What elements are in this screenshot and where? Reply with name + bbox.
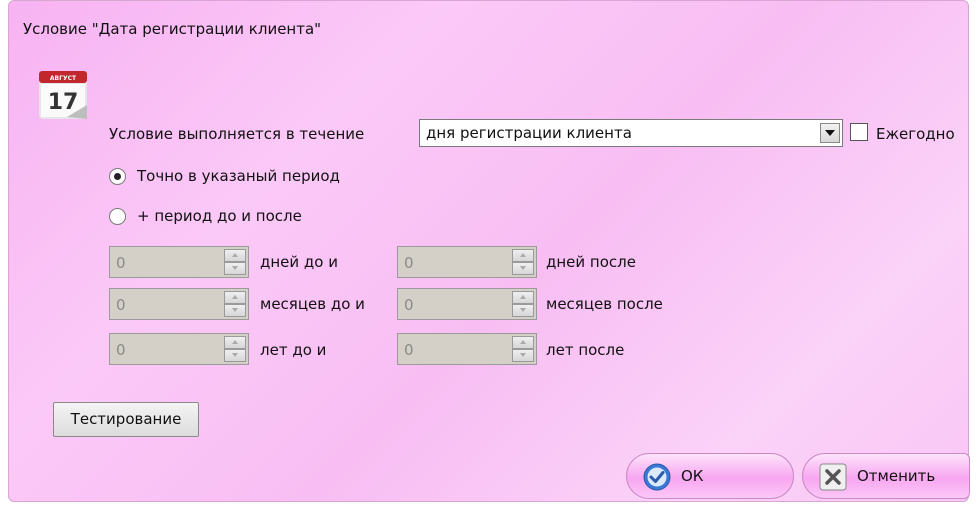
spin-down-button[interactable] [512,262,534,275]
days-before-value: 0 [116,254,126,272]
cancel-button[interactable]: Отменить [802,453,970,499]
period-combo-value: дня регистрации клиента [426,124,632,142]
calendar-day: 17 [48,90,79,115]
spin-up-button[interactable] [512,336,534,349]
days-before-label: дней до и [260,253,338,271]
period-combo[interactable]: дня регистрации клиента [419,119,843,147]
days-after-value: 0 [404,254,414,272]
spin-down-button[interactable] [512,304,534,317]
condition-dialog: Условие "Дата регистрации клиента" АВГУС… [8,0,970,502]
test-button[interactable]: Тестирование [53,402,199,437]
yearly-label: Ежегодно [876,125,955,143]
spin-down-button[interactable] [224,262,246,275]
months-before-label: месяцев до и [260,295,365,313]
spin-up-button[interactable] [224,336,246,349]
days-after-label: дней после [546,253,636,271]
exact-period-radio[interactable] [109,168,126,185]
checkmark-icon [643,463,671,491]
days-before-spin[interactable]: 0 [109,246,249,278]
exact-period-label: Точно в указаный период [137,167,340,185]
spin-down-button[interactable] [224,349,246,362]
chevron-down-icon [825,130,835,136]
spin-up-button[interactable] [512,291,534,304]
spin-up-button[interactable] [224,249,246,262]
spin-up-button[interactable] [512,249,534,262]
plus-period-radio[interactable] [109,208,126,225]
spin-up-button[interactable] [224,291,246,304]
days-after-spin[interactable]: 0 [397,246,537,278]
calendar-icon: АВГУСТ 17 [39,71,87,119]
years-after-label: лет после [546,341,625,359]
spin-down-button[interactable] [512,349,534,362]
months-after-value: 0 [404,296,414,314]
years-before-value: 0 [116,341,126,359]
months-before-spin[interactable]: 0 [109,288,249,320]
dialog-title: Условие "Дата регистрации клиента" [23,20,322,38]
condition-label: Условие выполняется в течение [109,125,365,143]
cross-icon [819,463,847,491]
ok-button[interactable]: ОК [626,453,794,499]
plus-period-label: + период до и после [137,207,302,225]
years-before-label: лет до и [260,341,327,359]
years-after-spin[interactable]: 0 [397,333,537,365]
combo-dropdown-button[interactable] [820,123,840,143]
months-after-label: месяцев после [546,295,663,313]
years-before-spin[interactable]: 0 [109,333,249,365]
calendar-month: АВГУСТ [50,75,77,82]
months-before-value: 0 [116,296,126,314]
ok-label: ОК [681,467,704,485]
spin-down-button[interactable] [224,304,246,317]
cancel-label: Отменить [857,467,936,485]
yearly-checkbox[interactable] [850,123,868,141]
years-after-value: 0 [404,341,414,359]
months-after-spin[interactable]: 0 [397,288,537,320]
